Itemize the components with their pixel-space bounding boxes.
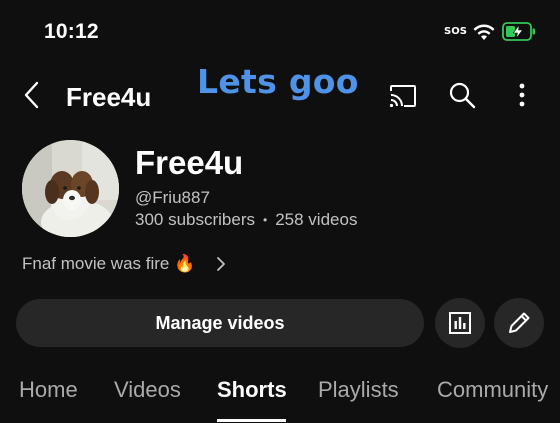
tab-community[interactable]: Community	[437, 377, 548, 403]
sos-indicator: SOS	[444, 26, 467, 37]
description-text: Fnaf movie was fire 🔥	[22, 254, 196, 273]
video-count: 258 videos	[275, 210, 358, 229]
manage-videos-button[interactable]: Manage videos	[16, 299, 424, 347]
tab-playlists[interactable]: Playlists	[318, 377, 399, 403]
channel-handle: @Friu887	[135, 188, 210, 207]
cast-icon[interactable]	[388, 83, 418, 109]
channel-tabs: Home Videos Shorts Playlists Community	[0, 372, 560, 423]
wifi-icon	[473, 24, 495, 40]
chevron-right-icon	[217, 257, 226, 271]
subscriber-count: 300 subscribers	[135, 210, 256, 229]
channel-stats: 300 subscribers • 258 videos	[135, 210, 357, 230]
channel-avatar[interactable]	[22, 140, 119, 237]
tab-home[interactable]: Home	[19, 377, 78, 403]
pencil-icon	[509, 312, 530, 333]
edit-channel-button[interactable]	[494, 298, 544, 348]
overlay-caption: Lets goo	[197, 62, 359, 101]
more-options-icon[interactable]	[513, 82, 531, 108]
search-icon[interactable]	[448, 81, 476, 109]
stats-separator: •	[263, 213, 268, 227]
manage-videos-label: Manage videos	[155, 312, 285, 333]
status-time: 10:12	[44, 20, 99, 43]
analytics-icon	[449, 312, 471, 334]
channel-description[interactable]: Fnaf movie was fire 🔥	[22, 254, 227, 274]
dog-avatar-image	[22, 140, 119, 237]
channel-name: Free4u	[135, 144, 244, 181]
analytics-button[interactable]	[435, 298, 485, 348]
top-bar-title: Free4u	[66, 82, 152, 112]
tab-videos[interactable]: Videos	[114, 377, 181, 403]
active-tab-indicator	[217, 419, 286, 422]
back-arrow-icon[interactable]	[22, 80, 40, 110]
tab-shorts[interactable]: Shorts	[217, 377, 287, 403]
battery-charging-icon	[502, 22, 535, 41]
